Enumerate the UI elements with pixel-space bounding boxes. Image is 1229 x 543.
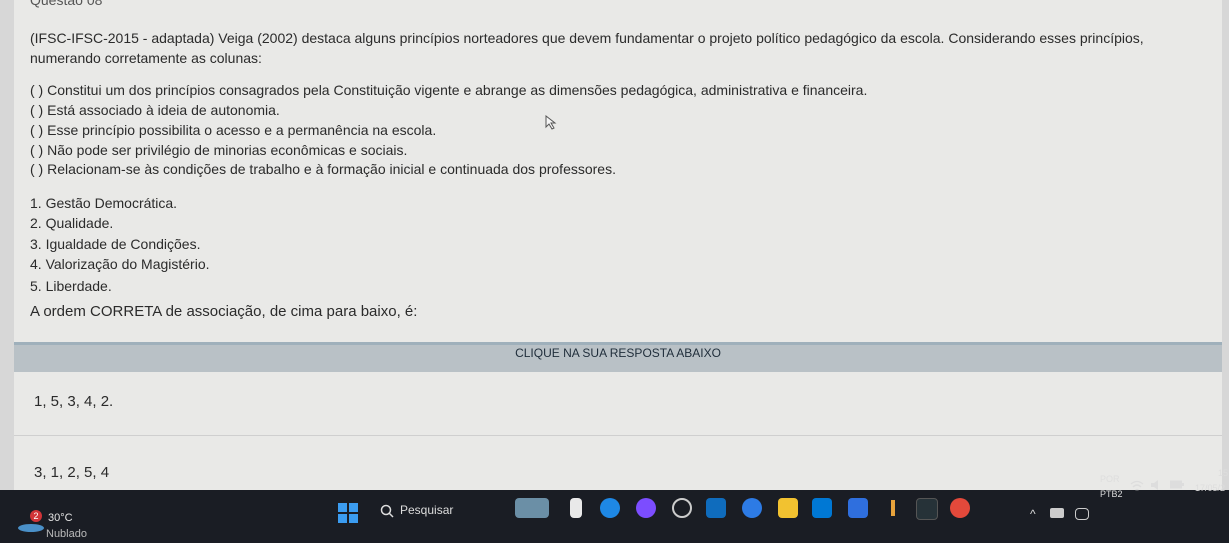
keyboard-icon[interactable]	[1075, 508, 1089, 520]
outlook-icon[interactable]	[812, 498, 832, 518]
principle-2: 2. Qualidade.	[30, 215, 114, 231]
answer-option-1[interactable]: 1, 5, 3, 4, 2.	[14, 373, 1222, 436]
statement-2: ( ) Está associado à ideia de autonomia.	[30, 102, 280, 118]
taskbar: 2 30°C Nublado Pesquisar ^ POR PTB2 15 1…	[0, 468, 1229, 543]
question-page: Questão 08 (IFSC-IFSC-2015 - adaptada) V…	[14, 0, 1222, 498]
principle-3: 3. Igualdade de Condições.	[30, 236, 201, 252]
photos-icon[interactable]	[848, 498, 868, 518]
app-icon[interactable]	[742, 498, 762, 518]
weather-temperature: 30°C	[48, 512, 73, 524]
question-title: Questão 08	[30, 0, 103, 8]
answer-option-2[interactable]: 3, 1, 2, 5, 4	[14, 436, 1222, 498]
search-icon	[380, 504, 394, 518]
network-adapter-icon[interactable]	[1050, 508, 1064, 518]
keyboard-layout[interactable]: PTB2	[1100, 489, 1123, 499]
widgets-icon[interactable]	[515, 498, 549, 518]
copilot-icon[interactable]	[636, 498, 656, 518]
chrome-icon[interactable]	[950, 498, 970, 518]
battery-icon[interactable]	[1170, 480, 1184, 490]
principle-4: 4. Valorização do Magistério.	[30, 256, 210, 272]
answer-option-label: 3, 1, 2, 5, 4	[34, 464, 110, 481]
weather-condition: Nublado	[46, 528, 87, 540]
principle-5: 5. Liberdade.	[30, 278, 112, 294]
answer-banner: CLIQUE NA SUA RESPOSTA ABAIXO	[14, 342, 1222, 372]
statement-5: ( ) Relacionam-se às condições de trabal…	[30, 161, 616, 177]
answer-option-label: 1, 5, 3, 4, 2.	[34, 393, 114, 410]
statement-1: ( ) Constitui um dos princípios consagra…	[30, 82, 868, 98]
statement-3: ( ) Esse princípio possibilita o acesso …	[30, 122, 437, 138]
question-intro: (IFSC-IFSC-2015 - adaptada) Veiga (2002)…	[30, 30, 1144, 66]
terminal-icon[interactable]	[916, 498, 938, 520]
tray-chevron-icon[interactable]: ^	[1030, 507, 1036, 521]
volume-icon[interactable]	[1150, 479, 1164, 491]
edge-browser-icon[interactable]	[600, 498, 620, 518]
start-button[interactable]	[338, 503, 358, 523]
store-icon[interactable]	[706, 498, 726, 518]
wifi-icon[interactable]	[1130, 480, 1144, 492]
settings-gear-icon[interactable]	[672, 498, 692, 518]
search-label: Pesquisar	[400, 503, 454, 517]
file-explorer-icon[interactable]	[778, 498, 798, 518]
statement-4: ( ) Não pode ser privilégio de minorias …	[30, 142, 408, 158]
app-icon-2[interactable]	[888, 498, 898, 518]
clock-date[interactable]: 17/05/2	[1195, 483, 1225, 493]
language-code: POR	[1100, 474, 1120, 484]
mouse-pointer-icon	[545, 115, 557, 130]
clock-time[interactable]: 15	[1218, 468, 1228, 478]
task-view-icon[interactable]	[570, 498, 582, 518]
principle-1: 1. Gestão Democrática.	[30, 195, 178, 211]
cloud-icon	[18, 524, 44, 532]
question-prompt: A ordem CORRETA de associação, de cima p…	[30, 303, 418, 320]
